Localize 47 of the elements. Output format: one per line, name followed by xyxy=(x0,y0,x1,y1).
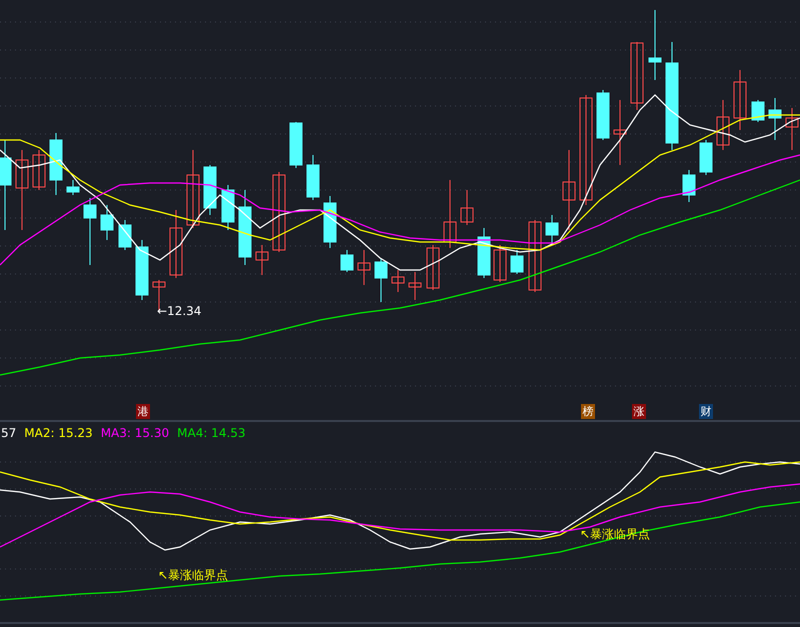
indicator-value: MA2: 15.23 xyxy=(24,426,93,440)
indicator-value: 57 xyxy=(1,426,16,440)
candlestick xyxy=(510,250,524,274)
candlestick xyxy=(426,244,440,290)
candlestick xyxy=(596,90,610,140)
event-tag[interactable]: 港 xyxy=(136,404,150,419)
candlestick xyxy=(768,98,782,140)
candlestick xyxy=(84,198,96,266)
low-price-label: ←12.34 xyxy=(157,304,202,318)
chart-annotation: ↖暴涨临界点 xyxy=(158,566,228,584)
candlestick xyxy=(170,210,182,278)
candlestick xyxy=(408,272,422,300)
candlestick xyxy=(290,122,302,168)
candlestick xyxy=(136,240,148,300)
candlestick xyxy=(340,250,354,272)
candlestick xyxy=(100,204,114,240)
candlestick xyxy=(392,270,404,292)
candlestick xyxy=(66,180,80,196)
candlestick xyxy=(306,154,320,200)
candlestick xyxy=(752,100,764,122)
candlestick xyxy=(700,140,712,176)
candlestick xyxy=(734,70,746,130)
candlestick xyxy=(460,190,474,226)
candlestick xyxy=(648,10,662,80)
candlestick xyxy=(256,244,268,276)
candlestick xyxy=(786,108,798,150)
candlestick xyxy=(716,100,730,150)
candlestick xyxy=(614,100,626,166)
candlestick xyxy=(374,258,388,302)
event-tag[interactable]: 涨 xyxy=(632,404,646,419)
indicator-value: MA3: 15.30 xyxy=(100,426,170,440)
candlestick xyxy=(204,164,216,216)
candlestick xyxy=(494,244,506,282)
candlestick xyxy=(118,220,132,250)
candlestick xyxy=(324,196,336,248)
candlestick xyxy=(32,150,46,190)
indicator-value: MA4: 14.53 xyxy=(177,426,246,440)
candlestick xyxy=(444,180,456,248)
event-tag[interactable]: 财 xyxy=(699,404,713,419)
candlestick xyxy=(546,214,558,246)
candlestick xyxy=(630,42,644,110)
event-tag[interactable]: 榜 xyxy=(581,404,595,419)
candlestick xyxy=(222,184,234,230)
candlestick xyxy=(682,170,696,202)
candlestick xyxy=(358,250,370,286)
candlestick xyxy=(50,132,62,196)
candlestick xyxy=(478,228,490,278)
